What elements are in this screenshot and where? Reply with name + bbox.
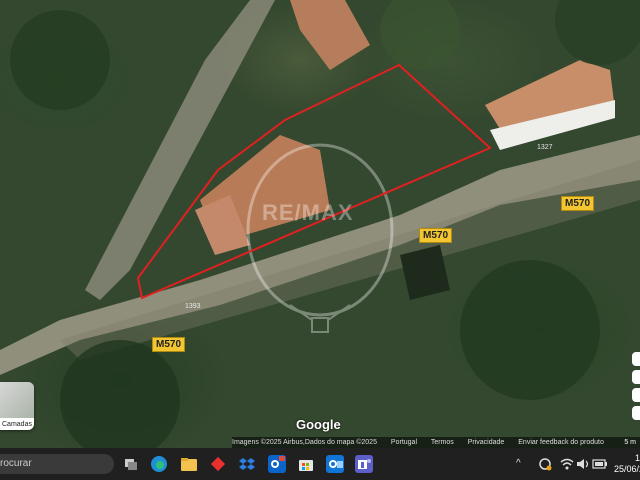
task-view-icon[interactable]: [122, 455, 140, 473]
tree-cluster: [555, 0, 640, 65]
privacy-link[interactable]: Privacidade: [468, 439, 505, 446]
volume-icon[interactable]: [576, 457, 590, 471]
update-icon[interactable]: [538, 457, 552, 471]
roof-top: [290, 0, 370, 70]
scale-bar[interactable]: 5 m: [620, 437, 640, 448]
map-attribution: Imagens ©2025 Airbus,Dados do mapa ©2025…: [232, 437, 640, 448]
taskbar: rocurar ^ 1 25/06/2: [0, 448, 640, 480]
file-explorer-icon[interactable]: [180, 455, 198, 473]
watermark-text: RE/MAX: [262, 200, 354, 225]
clock-time: 1: [634, 453, 640, 463]
layers-label: Camadas: [2, 421, 32, 428]
tray-chevron-icon[interactable]: ^: [516, 458, 521, 469]
google-logo: Google: [296, 417, 341, 432]
clock-date: 25/06/2: [614, 464, 640, 474]
country-link[interactable]: Portugal: [391, 439, 417, 446]
house-number: 1393: [185, 303, 201, 310]
taskbar-search[interactable]: rocurar: [0, 454, 114, 474]
side-road: [85, 0, 275, 300]
location-button[interactable]: [632, 352, 640, 366]
terms-link[interactable]: Termos: [431, 439, 454, 446]
imagery-credit: Imagens ©2025 Airbus,Dados do mapa ©2025: [232, 439, 377, 446]
zoom-out-button[interactable]: [632, 388, 640, 402]
tree-cluster: [10, 10, 110, 110]
layers-button[interactable]: Camadas: [0, 382, 34, 430]
tree-cluster: [380, 0, 460, 70]
dropbox-icon[interactable]: [238, 455, 256, 473]
map-side-controls: [632, 352, 640, 424]
satellite-map[interactable]: RE/MAX M570 M570 M570 1393 1327 Google I…: [0, 0, 640, 448]
anydesk-icon[interactable]: [209, 455, 227, 473]
battery-icon[interactable]: [592, 458, 608, 470]
taskbar-clock[interactable]: 1 25/06/2: [614, 453, 640, 475]
teams-icon[interactable]: [355, 455, 373, 473]
wifi-icon[interactable]: [560, 457, 574, 471]
house-number: 1327: [537, 144, 553, 151]
outlook-icon[interactable]: [268, 455, 286, 473]
road-label-m570: M570: [561, 196, 595, 211]
edge-icon[interactable]: [150, 455, 168, 473]
feedback-link[interactable]: Enviar feedback do produto: [518, 439, 604, 446]
zoom-in-button[interactable]: [632, 370, 640, 384]
system-tray: ^: [516, 448, 612, 480]
layers-thumbnail: [0, 382, 34, 418]
tree-cluster: [460, 260, 600, 400]
road-label-m570: M570: [419, 228, 453, 243]
store-icon[interactable]: [297, 455, 315, 473]
road-label-m570: M570: [152, 337, 186, 352]
pegman-button[interactable]: [632, 406, 640, 420]
outlook-new-icon[interactable]: [326, 455, 344, 473]
